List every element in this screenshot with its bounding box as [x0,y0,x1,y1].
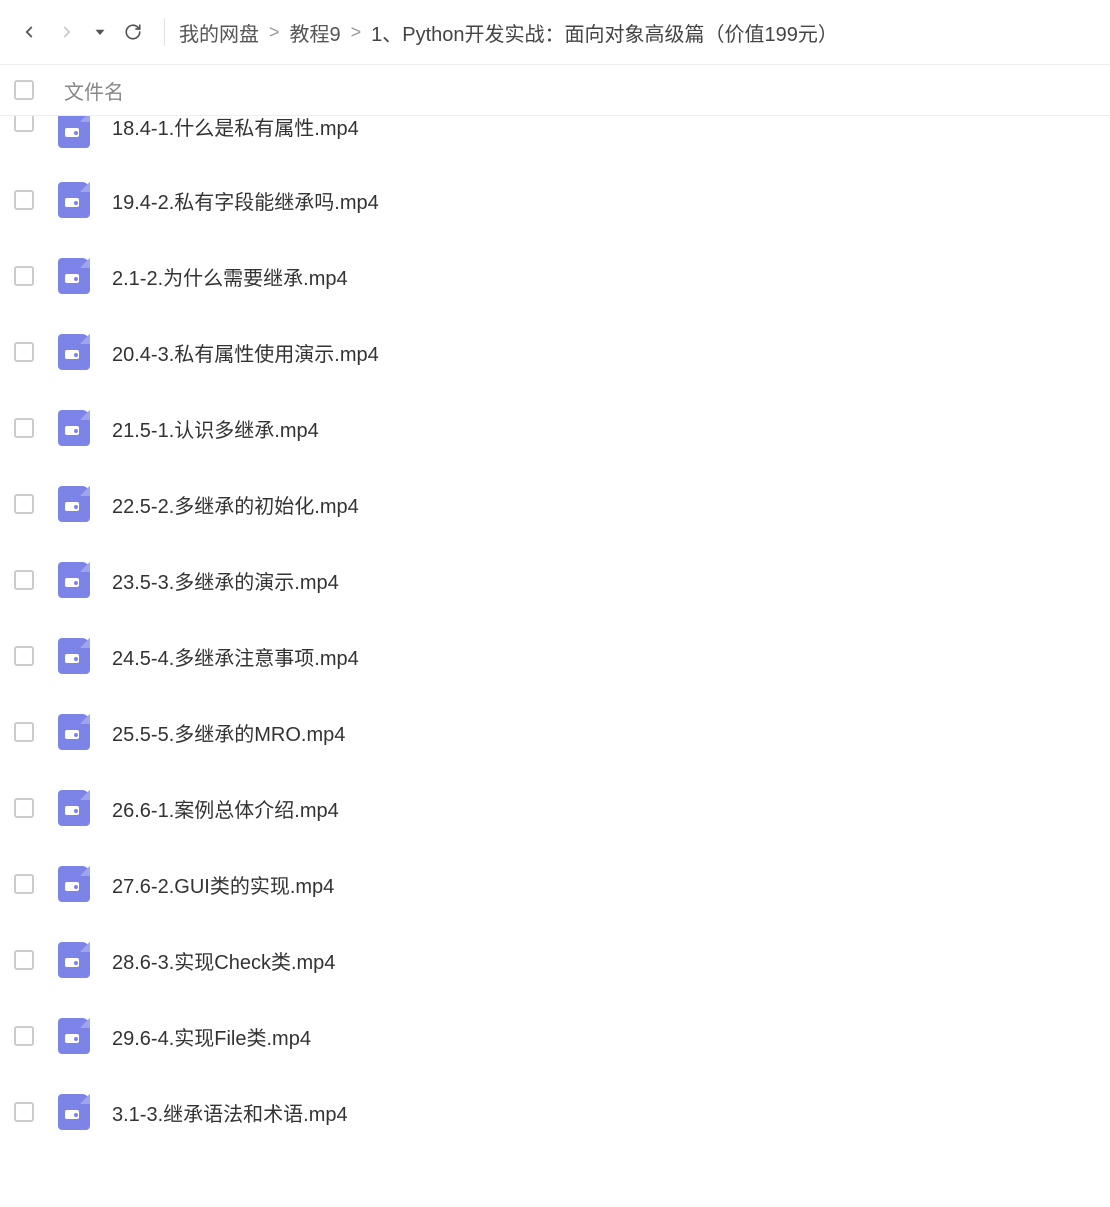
list-item[interactable]: 26.6-1.案例总体介绍.mp4 [0,770,1110,846]
column-header-filename[interactable]: 文件名 [64,76,124,105]
video-file-icon [58,1018,90,1054]
list-item[interactable]: 23.5-3.多继承的演示.mp4 [0,542,1110,618]
video-file-icon [58,1094,90,1130]
row-checkbox[interactable] [14,190,34,210]
file-name[interactable]: 27.6-2.GUI类的实现.mp4 [112,870,334,899]
list-item[interactable]: 2.1-2.为什么需要继承.mp4 [0,238,1110,314]
video-file-icon [58,334,90,370]
row-checkbox[interactable] [14,570,34,590]
chevron-right-icon: > [269,22,280,43]
breadcrumb-item[interactable]: 教程9 [290,18,341,47]
row-checkbox[interactable] [14,950,34,970]
row-checkbox[interactable] [14,116,34,132]
row-checkbox[interactable] [14,646,34,666]
list-item[interactable]: 22.5-2.多继承的初始化.mp4 [0,466,1110,542]
video-file-icon [58,714,90,750]
row-checkbox[interactable] [14,798,34,818]
refresh-button[interactable] [116,15,150,49]
list-item[interactable]: 18.4-1.什么是私有属性.mp4 [0,116,1110,162]
list-item[interactable]: 21.5-1.认识多继承.mp4 [0,390,1110,466]
file-name[interactable]: 21.5-1.认识多继承.mp4 [112,414,319,443]
video-file-icon [58,866,90,902]
row-checkbox[interactable] [14,722,34,742]
video-file-icon [58,942,90,978]
list-item[interactable]: 29.6-4.实现File类.mp4 [0,998,1110,1074]
list-item[interactable]: 3.1-3.继承语法和术语.mp4 [0,1074,1110,1150]
video-file-icon [58,638,90,674]
forward-button[interactable] [50,15,84,49]
list-item[interactable]: 20.4-3.私有属性使用演示.mp4 [0,314,1110,390]
file-name[interactable]: 29.6-4.实现File类.mp4 [112,1022,311,1051]
file-name[interactable]: 26.6-1.案例总体介绍.mp4 [112,794,339,823]
file-name[interactable]: 18.4-1.什么是私有属性.mp4 [112,116,359,141]
chevron-right-icon: > [351,22,362,43]
list-item[interactable]: 19.4-2.私有字段能继承吗.mp4 [0,162,1110,238]
file-name[interactable]: 19.4-2.私有字段能继承吗.mp4 [112,186,379,215]
row-checkbox[interactable] [14,1026,34,1046]
list-header: 文件名 [0,64,1110,116]
row-checkbox[interactable] [14,266,34,286]
list-item[interactable]: 27.6-2.GUI类的实现.mp4 [0,846,1110,922]
file-name[interactable]: 22.5-2.多继承的初始化.mp4 [112,490,359,519]
row-checkbox[interactable] [14,342,34,362]
video-file-icon [58,410,90,446]
file-list: 18.4-1.什么是私有属性.mp4 19.4-2.私有字段能继承吗.mp4 2… [0,116,1110,1150]
row-checkbox[interactable] [14,1102,34,1122]
file-name[interactable]: 23.5-3.多继承的演示.mp4 [112,566,339,595]
select-all-checkbox[interactable] [14,80,34,100]
breadcrumb-item[interactable]: 我的网盘 [179,18,259,47]
file-name[interactable]: 24.5-4.多继承注意事项.mp4 [112,642,359,671]
video-file-icon [58,790,90,826]
toolbar: 我的网盘 > 教程9 > 1、Python开发实战：面向对象高级篇（价值199元… [0,0,1110,64]
video-file-icon [58,182,90,218]
list-item[interactable]: 28.6-3.实现Check类.mp4 [0,922,1110,998]
file-name[interactable]: 20.4-3.私有属性使用演示.mp4 [112,338,379,367]
back-button[interactable] [12,15,46,49]
file-name[interactable]: 25.5-5.多继承的MRO.mp4 [112,718,345,747]
file-name[interactable]: 2.1-2.为什么需要继承.mp4 [112,262,348,291]
dropdown-button[interactable] [88,15,112,49]
row-checkbox[interactable] [14,494,34,514]
video-file-icon [58,562,90,598]
video-file-icon [58,258,90,294]
video-file-icon [58,116,90,148]
row-checkbox[interactable] [14,874,34,894]
list-item[interactable]: 24.5-4.多继承注意事项.mp4 [0,618,1110,694]
separator [164,18,165,46]
row-checkbox[interactable] [14,418,34,438]
breadcrumb-item-current: 1、Python开发实战：面向对象高级篇（价值199元） [371,18,838,47]
video-file-icon [58,486,90,522]
breadcrumb: 我的网盘 > 教程9 > 1、Python开发实战：面向对象高级篇（价值199元… [179,18,838,47]
file-name[interactable]: 3.1-3.继承语法和术语.mp4 [112,1098,348,1127]
file-name[interactable]: 28.6-3.实现Check类.mp4 [112,946,335,975]
list-item[interactable]: 25.5-5.多继承的MRO.mp4 [0,694,1110,770]
